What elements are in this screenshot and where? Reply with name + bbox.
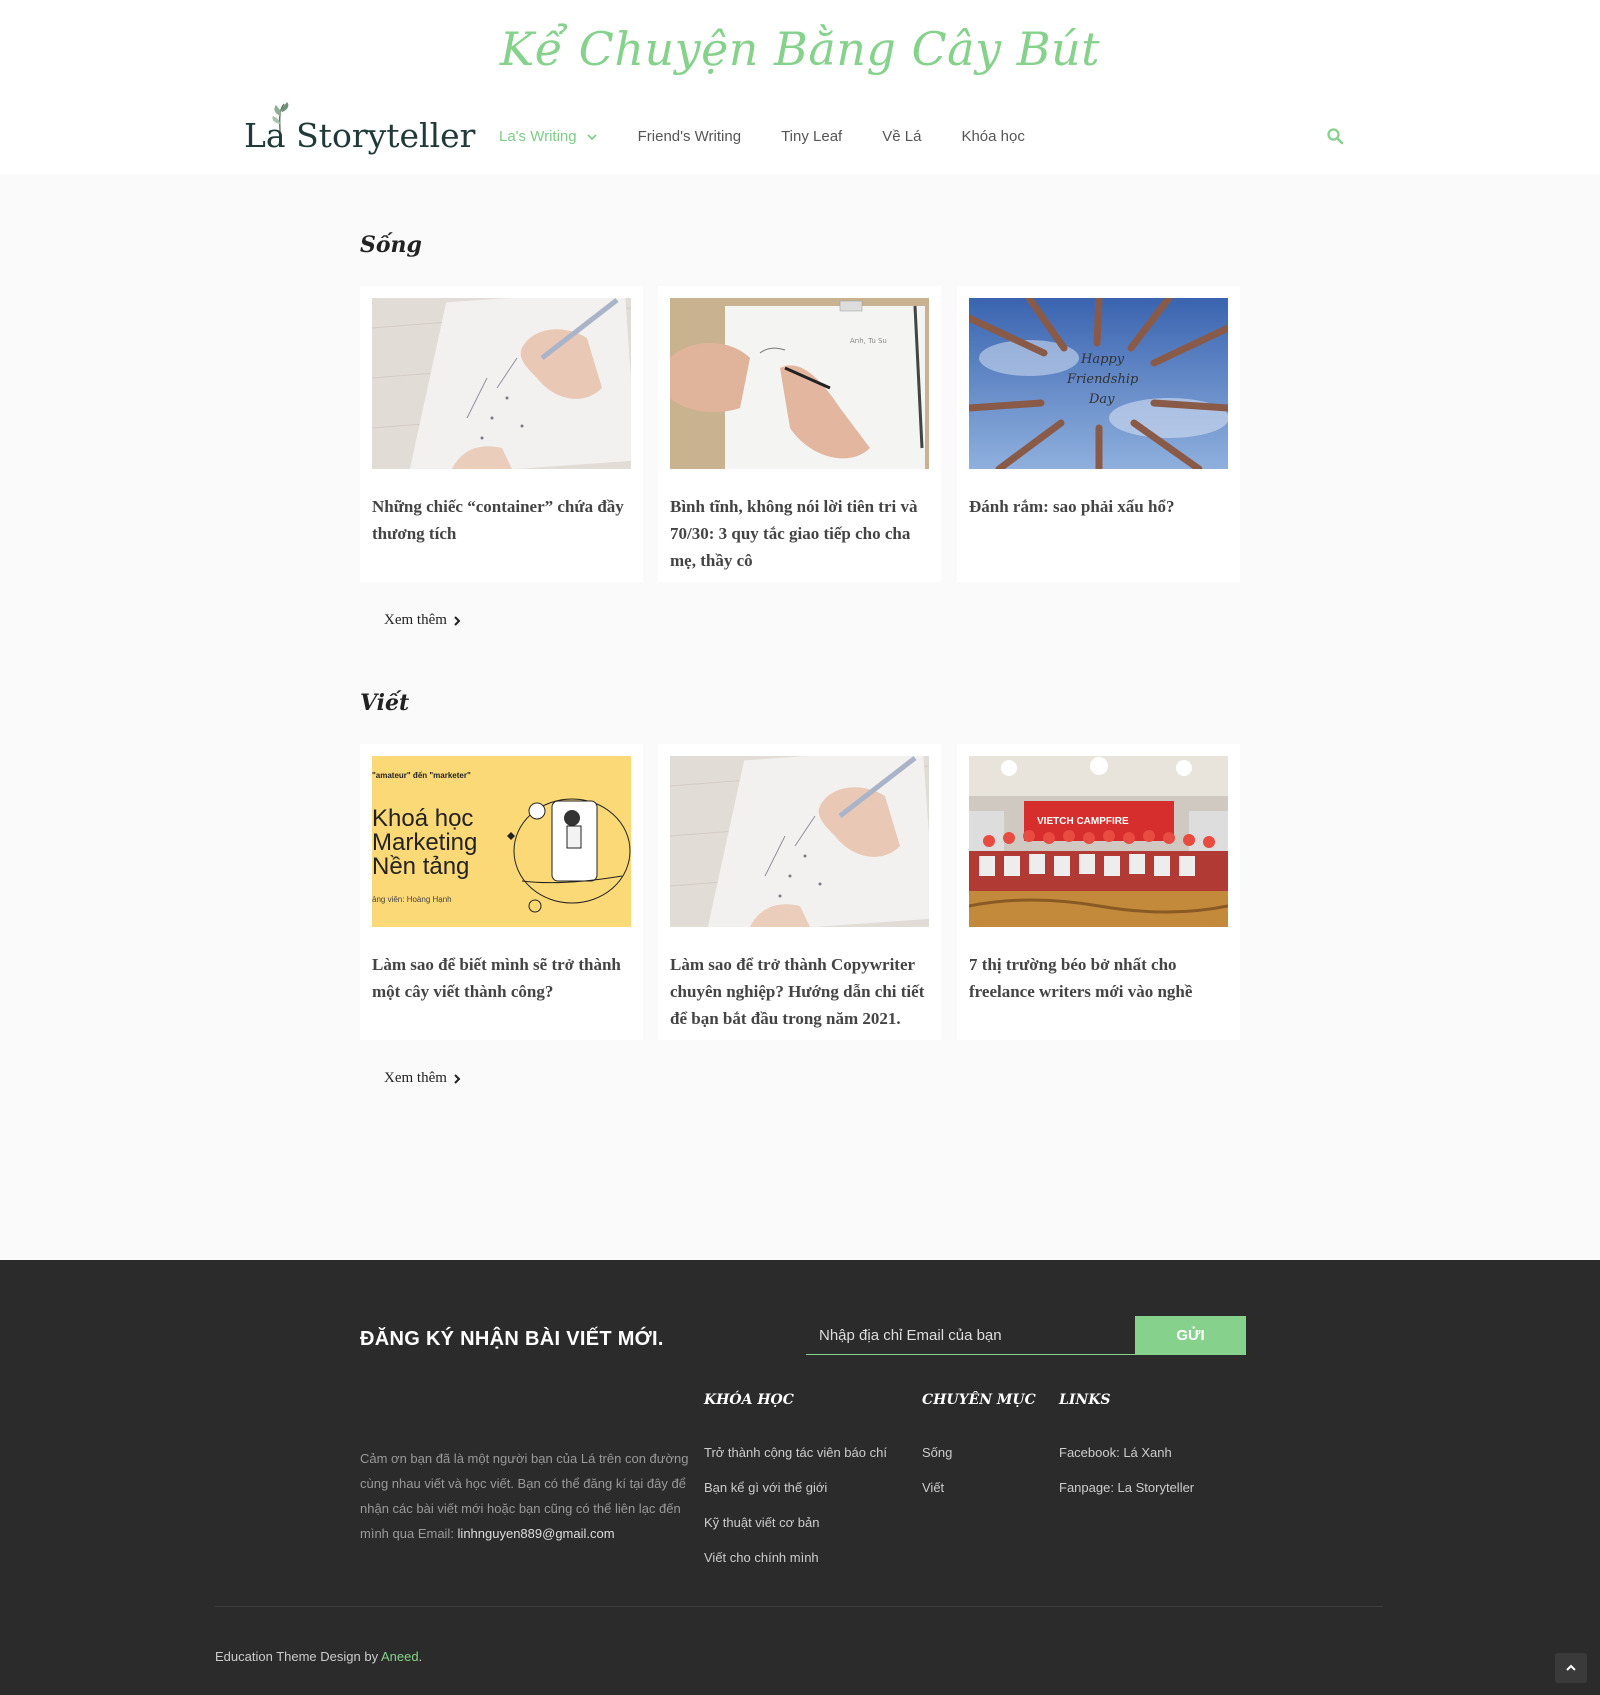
- main-nav: La's Writing Friend's Writing Tiny Leaf …: [499, 128, 1065, 145]
- chevron-right-icon: [454, 615, 461, 626]
- chevron-down-icon: [587, 133, 597, 140]
- footer-link[interactable]: Kỹ thuật viết cơ bản: [704, 1515, 819, 1530]
- course-instructor: ảng viên: Hoàng Hạnh: [372, 895, 452, 904]
- credit-prefix: Education Theme Design by: [215, 1649, 381, 1664]
- post-thumbnail[interactable]: Happy Friendship Day: [969, 298, 1228, 469]
- theme-credit: Education Theme Design by Aneed.: [215, 1649, 422, 1664]
- footer-link[interactable]: Viết cho chính mình: [704, 1550, 819, 1565]
- footer-link[interactable]: Viết: [922, 1480, 944, 1495]
- post-thumbnail[interactable]: Anh, Tu Su: [670, 298, 929, 469]
- search-icon[interactable]: [1326, 127, 1344, 145]
- post-card[interactable]: "amateur" đến "marketer" Khoá học Market…: [360, 744, 643, 1040]
- nav-item-las-writing[interactable]: La's Writing: [499, 128, 598, 145]
- post-card[interactable]: Làm sao để trở thành Copywriter chuyên n…: [658, 744, 941, 1040]
- friendship-text-1: Happy: [1080, 352, 1125, 367]
- post-thumbnail[interactable]: [670, 756, 929, 927]
- email-field[interactable]: [806, 1316, 1135, 1355]
- nav-item-khoa-hoc[interactable]: Khóa học: [961, 128, 1024, 145]
- footer-link[interactable]: Fanpage: La Storyteller: [1059, 1480, 1194, 1495]
- course-line-2: Marketing: [372, 829, 477, 856]
- post-title[interactable]: Bình tĩnh, không nói lời tiên tri và 70/…: [670, 493, 929, 574]
- course-tagline: "amateur" đến "marketer": [372, 771, 471, 780]
- section-title-viet: Viết: [360, 690, 410, 716]
- subscribe-title: ĐĂNG KÝ NHẬN BÀI VIẾT MỚI.: [360, 1328, 664, 1350]
- post-card[interactable]: Happy Friendship Day Đánh rắm: sao phải …: [957, 286, 1240, 582]
- back-to-top-button[interactable]: [1555, 1653, 1587, 1683]
- nav-item-label: Friend's Writing: [637, 128, 742, 145]
- site-tagline: Kể Chuyện Bằng Cây Bút: [499, 22, 1101, 76]
- credit-suffix: .: [418, 1649, 423, 1664]
- see-more-link-viet[interactable]: Xem thêm: [384, 1070, 462, 1087]
- nav-item-ve-la[interactable]: Về Lá: [882, 128, 921, 145]
- footer-link[interactable]: Bạn kể gì với thế giới: [704, 1480, 827, 1495]
- footer-column-title-khoa-hoc: KHÓA HỌC: [704, 1392, 794, 1408]
- post-card[interactable]: Anh, Tu Su Bình tĩnh, không nói lời tiên…: [658, 286, 941, 582]
- course-line-1: Khoá học: [372, 805, 473, 832]
- footer-link[interactable]: Trở thành cộng tác viên báo chí: [704, 1445, 887, 1460]
- chevron-right-icon: [454, 1073, 461, 1084]
- footer-column-title-links: LINKS: [1059, 1392, 1111, 1408]
- site-footer: ĐĂNG KÝ NHẬN BÀI VIẾT MỚI. GỬI Cảm ơn bạ…: [0, 1260, 1600, 1695]
- post-title[interactable]: Làm sao để biết mình sẽ trở thành một câ…: [372, 951, 631, 1005]
- footer-divider: [215, 1606, 1383, 1607]
- footer-link[interactable]: Sống: [922, 1445, 952, 1460]
- credit-link[interactable]: Aneed: [381, 1649, 419, 1664]
- paper-label: Anh, Tu Su: [850, 337, 887, 345]
- section-title-song: Sống: [360, 232, 422, 258]
- event-banner: VIETCH CAMPFIRE: [1037, 816, 1129, 827]
- nav-item-label: Tiny Leaf: [781, 128, 843, 145]
- post-title[interactable]: Những chiếc “container” chứa đầy thương …: [372, 493, 631, 547]
- post-card[interactable]: Những chiếc “container” chứa đầy thương …: [360, 286, 643, 582]
- post-title[interactable]: Đánh rắm: sao phải xấu hổ?: [969, 493, 1228, 520]
- site-logo[interactable]: La Storyteller: [244, 102, 475, 158]
- send-button[interactable]: GỬI: [1135, 1316, 1246, 1355]
- nav-item-friends-writing[interactable]: Friend's Writing: [638, 128, 741, 145]
- site-header: Kể Chuyện Bằng Cây Bút La Storyteller La…: [0, 0, 1600, 174]
- contact-email[interactable]: linhnguyen889@gmail.com: [458, 1526, 615, 1541]
- post-thumbnail[interactable]: VIETCH CAMPFIRE: [969, 756, 1228, 927]
- friendship-text-2: Friendship: [1066, 372, 1139, 387]
- friendship-text-3: Day: [1088, 392, 1115, 407]
- see-more-link-song[interactable]: Xem thêm: [384, 612, 462, 629]
- chevron-up-icon: [1566, 1664, 1576, 1671]
- logo-text: La Storyteller: [244, 116, 476, 155]
- nav-item-tiny-leaf[interactable]: Tiny Leaf: [781, 128, 842, 145]
- post-thumbnail[interactable]: [372, 298, 631, 469]
- about-text: Cảm ơn bạn đã là một người bạn của Lá tr…: [360, 1446, 690, 1546]
- footer-link[interactable]: Facebook: Lá Xanh: [1059, 1445, 1172, 1460]
- nav-item-label: Khóa học: [961, 128, 1025, 145]
- post-card[interactable]: VIETCH CAMPFIRE 7 thị trường béo bở nhất…: [957, 744, 1240, 1040]
- post-title[interactable]: Làm sao để trở thành Copywriter chuyên n…: [670, 951, 929, 1032]
- course-line-3: Nền tảng: [372, 853, 469, 880]
- post-title[interactable]: 7 thị trường béo bở nhất cho freelance w…: [969, 951, 1228, 1005]
- nav-item-label: La's Writing: [499, 128, 577, 145]
- footer-column-title-chuyen-muc: CHUYÊN MỤC: [922, 1392, 1036, 1408]
- post-thumbnail[interactable]: "amateur" đến "marketer" Khoá học Market…: [372, 756, 631, 927]
- nav-item-label: Về Lá: [882, 128, 922, 145]
- see-more-label: Xem thêm: [384, 1070, 447, 1086]
- see-more-label: Xem thêm: [384, 612, 447, 628]
